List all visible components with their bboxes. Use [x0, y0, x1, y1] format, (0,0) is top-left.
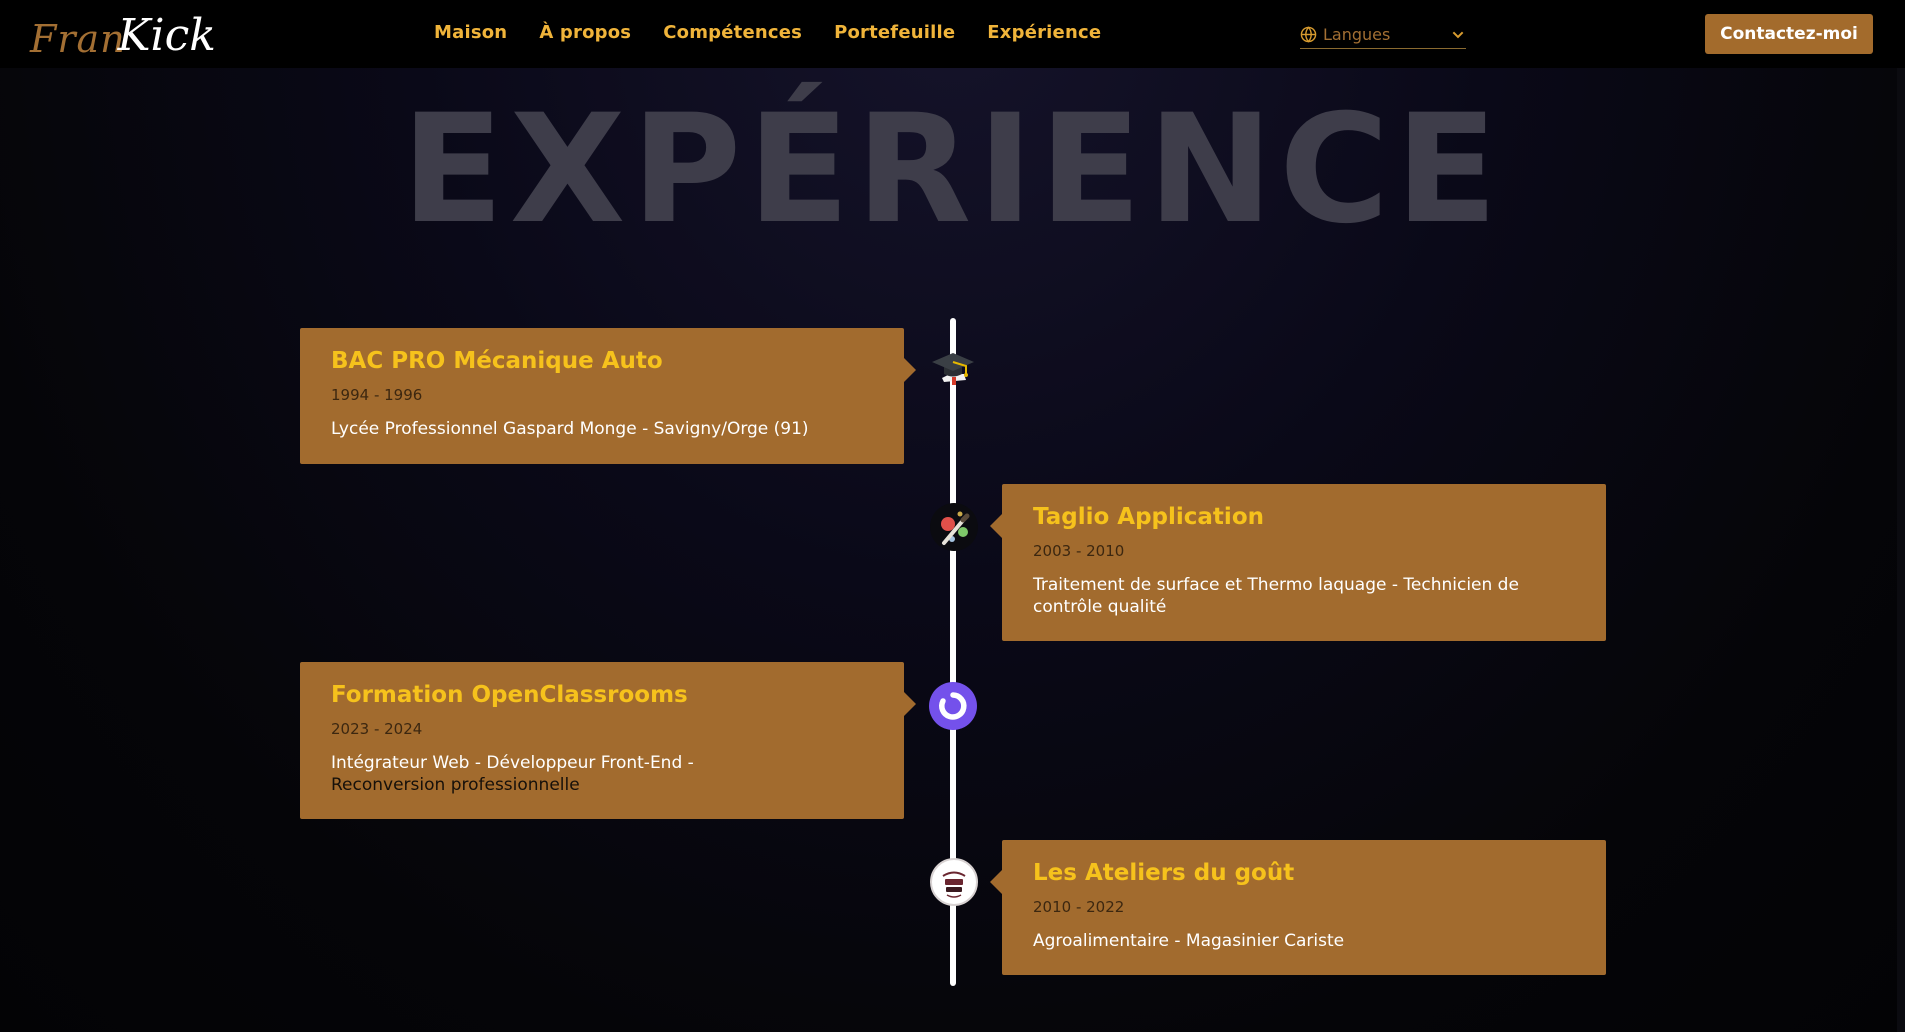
main-nav: Maison À propos Compétences Portefeuille…	[434, 22, 1101, 43]
navbar: Fran Kick Maison À propos Compétences Po…	[0, 0, 1905, 68]
nav-link-experience[interactable]: Expérience	[987, 22, 1101, 43]
timeline-card-date: 2003 - 2010	[1033, 542, 1125, 560]
timeline-card-description: Intégrateur Web - Développeur Front-End …	[331, 752, 873, 796]
section-title: EXPÉRIENCE	[401, 83, 1504, 257]
globe-icon	[1300, 26, 1317, 43]
site-logo[interactable]: Fran Kick	[30, 10, 216, 61]
ateliers-du-gout-logo-icon	[930, 858, 978, 906]
nav-link-maison[interactable]: Maison	[434, 22, 507, 43]
nav-link-portefeuille[interactable]: Portefeuille	[834, 22, 955, 43]
nav-link-competences[interactable]: Compétences	[663, 22, 802, 43]
logo-text-kick: Kick	[117, 10, 216, 61]
language-select-label: Langues	[1323, 25, 1391, 44]
logo-text-fran: Fran	[30, 17, 126, 61]
timeline-card-bac-pro: BAC PRO Mécanique Auto 1994 - 1996 Lycée…	[300, 328, 916, 464]
nav-link-a-propos[interactable]: À propos	[539, 22, 631, 43]
timeline-card-date: 2010 - 2022	[1033, 898, 1125, 916]
timeline-card-description: Agroalimentaire - Magasinier Cariste	[1033, 931, 1345, 951]
timeline-card-title: Taglio Application	[1033, 504, 1264, 530]
timeline-card-title: BAC PRO Mécanique Auto	[331, 348, 663, 374]
timeline-card-taglio: Taglio Application 2003 - 2010 Traitemen…	[990, 484, 1606, 641]
timeline-card-description: Lycée Professionnel Gaspard Monge - Savi…	[331, 419, 809, 439]
paint-spray-icon	[930, 503, 978, 551]
timeline-card-description-line1: Intégrateur Web - Développeur Front-End …	[331, 753, 694, 773]
timeline-card-title: Les Ateliers du goût	[1033, 860, 1295, 886]
openclassrooms-logo-icon	[929, 682, 977, 730]
language-select[interactable]: Langues	[1300, 21, 1466, 49]
contact-button[interactable]: Contactez-moi	[1705, 14, 1873, 54]
timeline-card-openclassrooms: Formation OpenClassrooms 2023 - 2024 Int…	[300, 662, 916, 819]
timeline-card-description: Traitement de surface et Thermo laquage …	[1033, 575, 1519, 617]
timeline-card-description-line2: Reconversion professionnelle	[331, 775, 580, 795]
timeline-card-title: Formation OpenClassrooms	[331, 682, 688, 708]
timeline-card-date: 2023 - 2024	[331, 720, 423, 738]
chevron-down-icon	[1452, 31, 1464, 38]
timeline-card-date: 1994 - 1996	[331, 386, 423, 404]
graduation-cap-icon	[929, 343, 977, 391]
timeline-card-ateliers-du-gout: Les Ateliers du goût 2010 - 2022 Agroali…	[990, 840, 1606, 975]
